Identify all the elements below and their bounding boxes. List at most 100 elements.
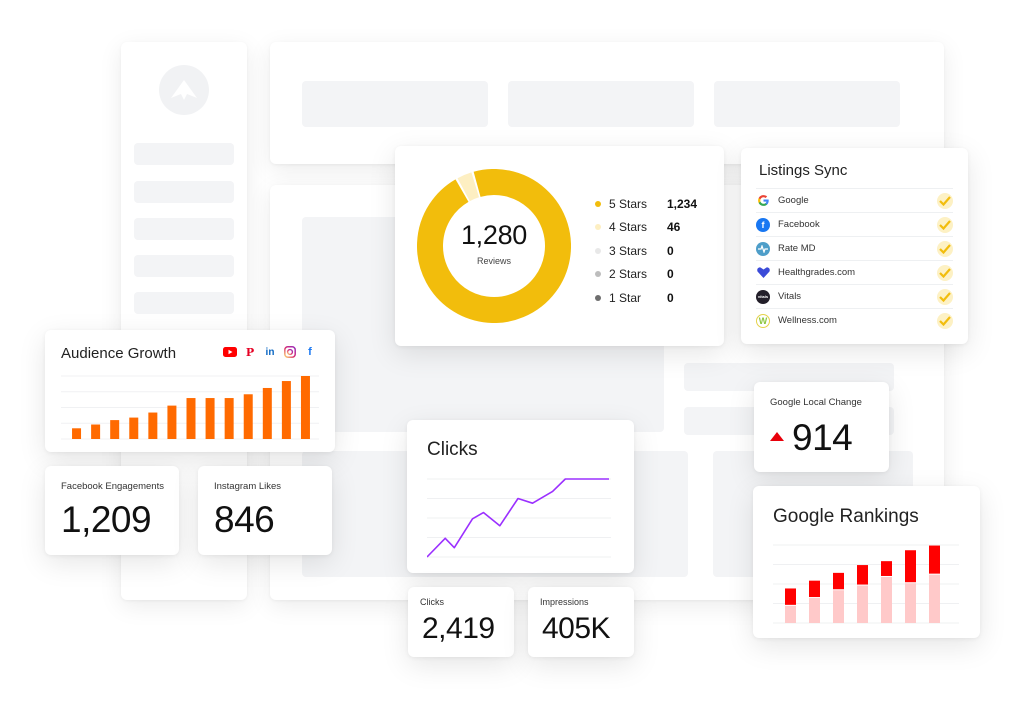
- ratemd-icon: [756, 241, 770, 256]
- bar: [186, 398, 196, 439]
- impressions-stat-card: Impressions 405K: [528, 587, 634, 657]
- pinterest-icon[interactable]: P: [243, 345, 257, 359]
- legend-dot: [595, 271, 601, 278]
- instagram-likes-card: Instagram Likes 846: [198, 466, 332, 555]
- clicks-line-chart: [427, 478, 611, 558]
- check-icon: [937, 193, 953, 209]
- listings-sync-card: Listings Sync Google f Facebook Rate MD …: [741, 148, 968, 344]
- stat-value: 405K: [542, 612, 611, 645]
- audience-growth-chart: [61, 375, 319, 440]
- facebook-icon[interactable]: f: [303, 345, 317, 359]
- stat-value: 846: [214, 499, 275, 540]
- instagram-icon[interactable]: [283, 345, 297, 359]
- bar-change: [785, 588, 796, 605]
- listing-name: Vitals: [778, 291, 802, 302]
- reviews-total-label: Reviews: [476, 256, 511, 266]
- listing-row[interactable]: Rate MD: [756, 236, 953, 260]
- legend-value: 0: [667, 243, 674, 258]
- bar: [167, 405, 177, 439]
- reviews-donut-chart: 1,280 Reviews: [417, 169, 571, 323]
- check-icon: [937, 289, 953, 305]
- facebook-engagements-card: Facebook Engagements 1,209: [45, 466, 179, 555]
- listing-row[interactable]: Google: [756, 188, 953, 212]
- google-local-change-value: 914: [792, 417, 853, 458]
- header-placeholder: [508, 81, 694, 127]
- legend-dot: [595, 294, 601, 301]
- bar-base: [809, 598, 820, 623]
- legend-dot: [595, 200, 601, 207]
- check-icon: [937, 265, 953, 281]
- legend-value: 0: [667, 267, 674, 282]
- audience-growth-card: Audience Growth P in f: [45, 330, 335, 452]
- legend-item: 3 Stars 0: [595, 239, 697, 263]
- listing-row[interactable]: vitals Vitals: [756, 284, 953, 308]
- bar-change: [857, 565, 868, 585]
- listing-row[interactable]: f Facebook: [756, 212, 953, 236]
- header-placeholder: [302, 81, 488, 127]
- bar-base: [857, 585, 868, 623]
- legend-label: 3 Stars: [609, 243, 648, 258]
- bar: [110, 420, 120, 439]
- legend-dot: [595, 247, 601, 254]
- sidebar-placeholder: [134, 255, 234, 277]
- stat-value: 2,419: [422, 612, 495, 645]
- stat-label: Instagram Likes: [214, 481, 282, 492]
- reviews-legend: 5 Stars 1,234 4 Stars 46 3 Stars 0 2 Stars 0…: [595, 192, 697, 310]
- bar-base: [833, 590, 844, 623]
- google-rankings-chart: [773, 544, 959, 624]
- listing-name: Wellness.com: [778, 315, 837, 326]
- sidebar-placeholder: [134, 181, 234, 203]
- listings-list: Google f Facebook Rate MD Healthgrades.c…: [756, 188, 953, 332]
- legend-label: 2 Stars: [609, 267, 648, 282]
- linkedin-icon[interactable]: in: [263, 345, 277, 359]
- legend-label: 1 Star: [609, 290, 642, 305]
- stat-label: Clicks: [420, 597, 444, 607]
- arrow-up-icon: [770, 432, 784, 441]
- check-icon: [937, 241, 953, 257]
- bar-base: [785, 605, 796, 623]
- bar: [72, 428, 82, 439]
- bar-change: [905, 550, 916, 583]
- facebook-icon: f: [756, 217, 770, 232]
- bar: [148, 412, 158, 439]
- sidebar-placeholder: [134, 143, 234, 165]
- google-rankings-title: Google Rankings: [773, 506, 919, 527]
- listing-row[interactable]: Healthgrades.com: [756, 260, 953, 284]
- logo-icon: [159, 65, 209, 115]
- listing-name: Facebook: [778, 219, 820, 230]
- bar-base: [905, 583, 916, 623]
- audience-growth-title: Audience Growth: [61, 345, 177, 362]
- listings-title: Listings Sync: [759, 162, 848, 179]
- legend-item: 5 Stars 1,234: [595, 192, 697, 216]
- bar-base: [929, 574, 940, 623]
- listing-row[interactable]: W Wellness.com: [756, 308, 953, 332]
- stat-label: Facebook Engagements: [61, 481, 164, 492]
- google-rankings-card: Google Rankings: [753, 486, 980, 638]
- social-icons: P in f: [223, 345, 317, 359]
- check-icon: [937, 313, 953, 329]
- google-local-change-label: Google Local Change: [770, 397, 862, 408]
- legend-value: 1,234: [667, 196, 698, 211]
- bar: [281, 381, 291, 439]
- sidebar-placeholder: [134, 218, 234, 240]
- legend-label: 4 Stars: [609, 220, 648, 235]
- legend-label: 5 Stars: [609, 196, 648, 211]
- legend-item: 4 Stars 46: [595, 216, 697, 240]
- bar-change: [833, 572, 844, 590]
- bar: [243, 394, 253, 439]
- listing-name: Google: [778, 195, 809, 206]
- stat-label: Impressions: [540, 597, 589, 607]
- bar: [300, 376, 310, 439]
- listing-name: Rate MD: [778, 243, 816, 254]
- bar: [262, 387, 272, 439]
- bar: [91, 424, 101, 439]
- legend-value: 46: [667, 220, 681, 235]
- stat-value: 1,209: [61, 499, 152, 540]
- youtube-icon[interactable]: [223, 345, 237, 359]
- bar-change: [809, 580, 820, 598]
- bar: [224, 398, 234, 439]
- reviews-total: 1,280: [460, 220, 528, 250]
- legend-dot: [595, 224, 601, 231]
- header-placeholder: [714, 81, 900, 127]
- google-local-change-card: Google Local Change 914: [754, 382, 889, 472]
